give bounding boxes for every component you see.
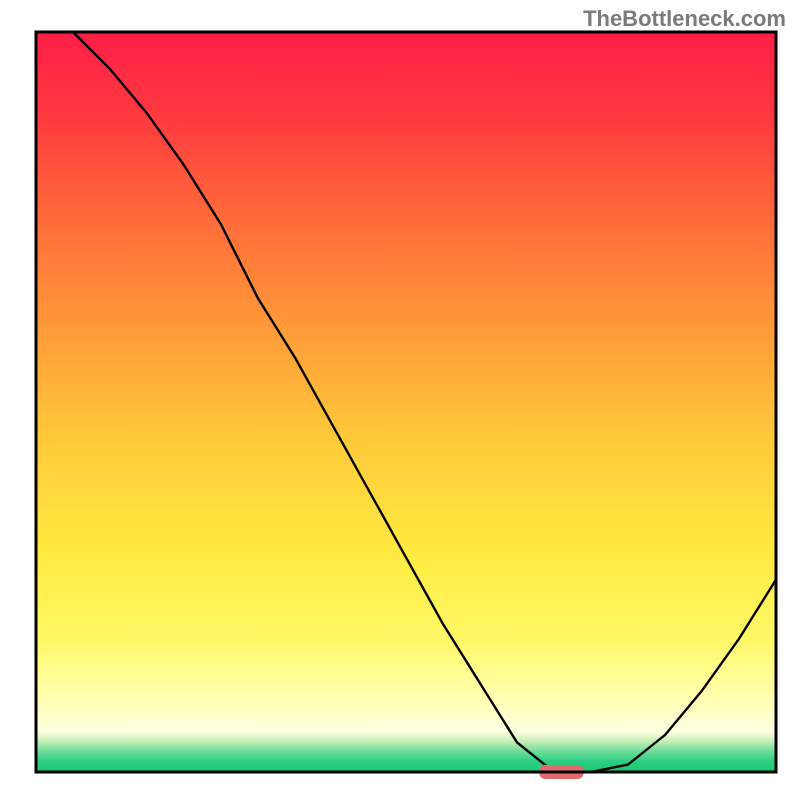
watermark-text: TheBottleneck.com: [583, 6, 786, 32]
bottleneck-chart: [0, 0, 800, 800]
plot-background: [36, 32, 776, 772]
chart-container: TheBottleneck.com: [0, 0, 800, 800]
